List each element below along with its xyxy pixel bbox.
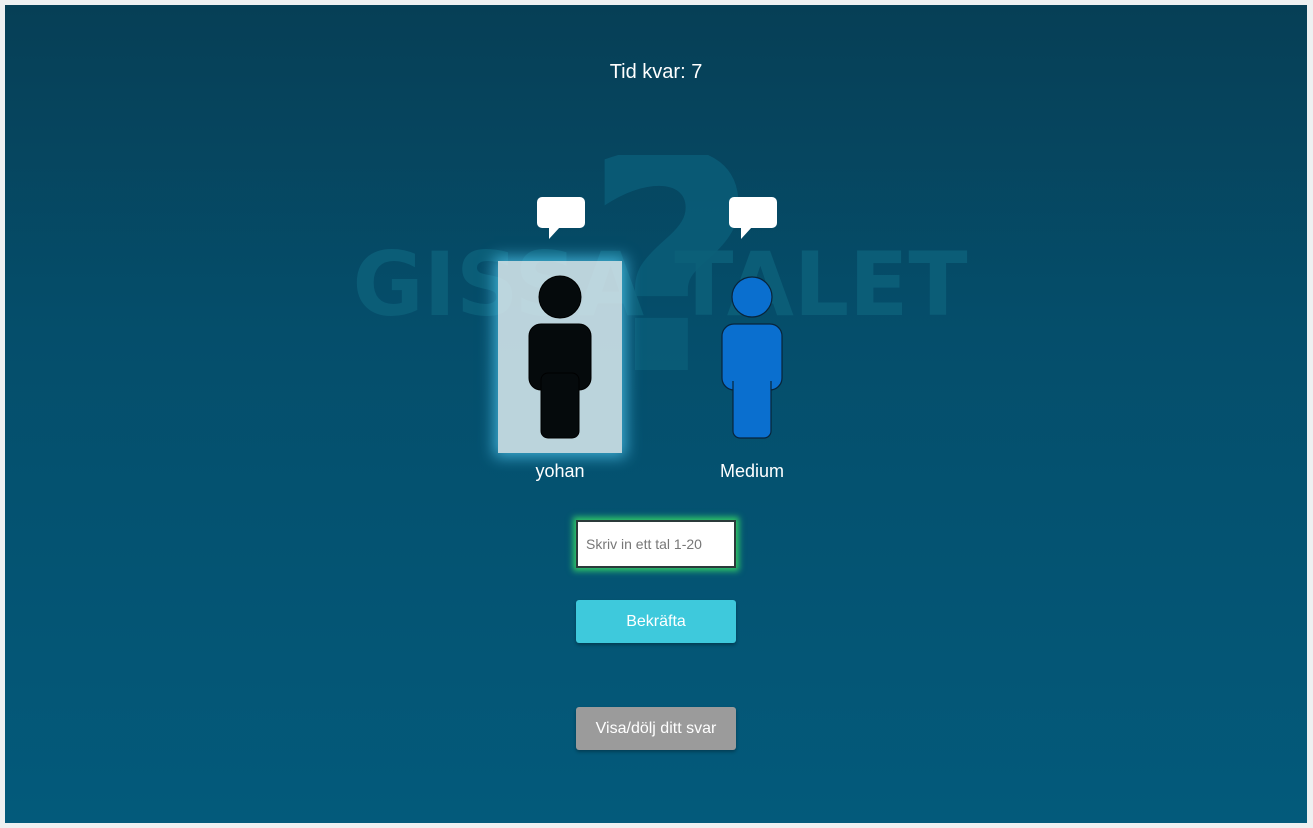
player-name: Medium — [719, 461, 785, 481]
timer-value: 7 — [691, 61, 703, 83]
game-stage: Tid kvar: 7 ? GISSA TALET yohan Medium B… — [5, 5, 1307, 823]
guess-input[interactable] — [576, 520, 736, 568]
person-icon — [528, 275, 592, 439]
confirm-button[interactable]: Bekräfta — [576, 600, 736, 643]
person-icon — [721, 276, 783, 439]
speech-bubble-icon — [537, 197, 585, 239]
timer-display: Tid kvar: 7 — [5, 61, 1307, 84]
game-logo-watermark: ? GISSA TALET — [353, 155, 968, 405]
player-card-medium — [690, 261, 814, 453]
logo-text: GISSA TALET — [353, 233, 968, 336]
player-name: yohan — [535, 461, 585, 481]
speech-bubble-icon — [729, 197, 777, 239]
timer-label: Tid kvar: — [609, 61, 686, 83]
player-card-yohan — [498, 261, 622, 453]
toggle-answer-button[interactable]: Visa/dölj ditt svar — [576, 707, 736, 750]
